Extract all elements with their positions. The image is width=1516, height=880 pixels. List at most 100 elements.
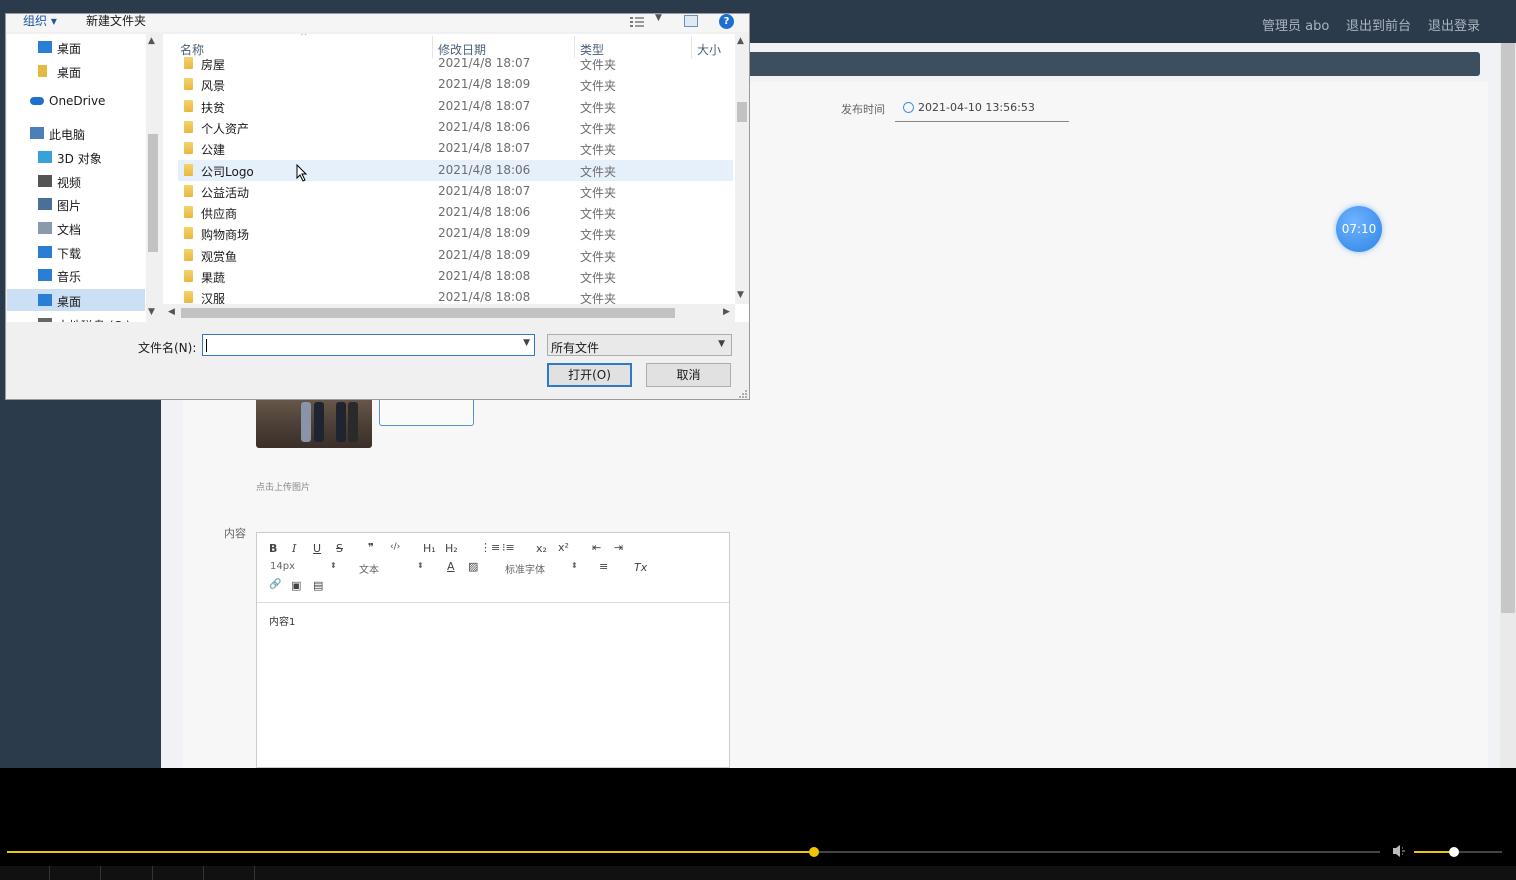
font-family-select[interactable]: 标准字体 (505, 561, 545, 576)
bold-button[interactable]: B (269, 542, 277, 555)
file-row[interactable]: 房屋 2021/4/8 18:07 文件夹 (178, 53, 733, 74)
view-dropdown-icon[interactable]: ▼ (655, 13, 662, 23)
align-button[interactable]: ≡ (599, 560, 608, 573)
file-type: 文件夹 (580, 100, 617, 115)
cancel-button[interactable]: 取消 (646, 363, 731, 387)
nav-item[interactable]: 文档 (7, 217, 145, 239)
file-row[interactable]: 供应商 2021/4/8 18:06 文件夹 (178, 202, 733, 223)
taskbar-slot[interactable] (153, 866, 204, 880)
organize-menu[interactable]: 组织 ▾ (23, 12, 57, 29)
outdent-button[interactable]: ⇤ (592, 541, 601, 554)
clear-format-button[interactable]: Tx (634, 561, 647, 574)
nav-item[interactable]: 此电脑 (7, 122, 145, 144)
file-row[interactable]: 观赏鱼 2021/4/8 18:09 文件夹 (178, 245, 733, 266)
file-row[interactable]: 个人资产 2021/4/8 18:06 文件夹 (178, 117, 733, 138)
nav-item[interactable]: 下载 (7, 241, 145, 263)
superscript-button[interactable]: x² (558, 541, 569, 554)
nav-item[interactable]: 本地磁盘 (C:) (7, 313, 145, 322)
video-button[interactable]: ▤ (313, 579, 323, 592)
view-options-icon[interactable] (630, 17, 644, 28)
preview-pane-icon[interactable] (684, 15, 698, 27)
heading2-button[interactable]: H₂ (445, 542, 458, 555)
page-scrollbar[interactable] (1500, 43, 1516, 768)
file-list-scrollbar-thumb[interactable] (737, 102, 747, 122)
new-folder-button[interactable]: 新建文件夹 (86, 12, 146, 29)
text-color-button[interactable]: A (447, 560, 455, 573)
file-row[interactable]: 公益活动 2021/4/8 18:07 文件夹 (178, 181, 733, 202)
file-row[interactable]: 购物商场 2021/4/8 18:09 文件夹 (178, 223, 733, 244)
background-color-button[interactable]: ▨ (468, 560, 478, 573)
taskbar-slot[interactable] (101, 866, 153, 880)
nav-item[interactable]: 音乐 (7, 264, 145, 286)
nav-item[interactable]: 桌面 (7, 36, 145, 58)
nav-item[interactable]: 3D 对象 (7, 146, 145, 168)
file-row[interactable]: 果蔬 2021/4/8 18:08 文件夹 (178, 266, 733, 287)
taskbar-slot[interactable] (204, 866, 255, 880)
subscript-button[interactable]: x₂ (536, 542, 547, 555)
font-size-select[interactable]: 14px (270, 561, 295, 572)
taskbar-slot[interactable] (50, 866, 101, 880)
blockquote-button[interactable]: ❞ (368, 541, 374, 554)
file-row[interactable]: 公司Logo 2021/4/8 18:06 文件夹 (178, 159, 733, 181)
nav-scrollbar[interactable]: ▲ ▼ (146, 34, 160, 322)
chevron-down-icon[interactable]: ▼ (523, 338, 530, 348)
page-scrollbar-thumb[interactable] (1501, 43, 1515, 613)
taskbar-slot[interactable] (0, 866, 50, 880)
filename-input[interactable]: ▼ (202, 334, 535, 356)
open-button[interactable]: 打开(O) (547, 363, 632, 387)
nav-item[interactable]: 桌面 (7, 60, 145, 82)
file-row[interactable]: 风景 2021/4/8 18:09 文件夹 (178, 74, 733, 95)
help-icon[interactable]: ? (719, 14, 734, 29)
block-type-select[interactable]: 文本 (359, 561, 379, 576)
bullet-list-button[interactable]: ⁝≡ (502, 541, 515, 554)
editor-content[interactable]: 内容1 (269, 613, 295, 628)
folder-icon (38, 65, 47, 77)
file-list-vertical-scrollbar[interactable]: ▲ ▼ (735, 34, 749, 304)
image-button[interactable]: ▣ (291, 579, 301, 592)
seek-bar[interactable] (7, 847, 1380, 857)
nav-item[interactable]: 图片 (7, 193, 145, 215)
timer-badge[interactable]: 07:10 (1336, 206, 1382, 252)
cloud-icon (30, 97, 44, 105)
file-open-dialog: 组织 ▾ 新建文件夹 ▼ ? 本地磁盘 (C:)桌面音乐下载文档图片视频3D 对… (5, 13, 750, 400)
ordered-list-button[interactable]: ⋮≡ (480, 541, 500, 554)
scroll-down-icon[interactable]: ▼ (148, 307, 155, 317)
uploaded-image-thumbnail[interactable] (256, 395, 372, 448)
scroll-right-icon[interactable]: ▶ (723, 307, 730, 317)
nav-item[interactable]: OneDrive (7, 90, 145, 112)
file-name: 个人资产 (201, 121, 250, 136)
scroll-left-icon[interactable]: ◀ (168, 307, 175, 317)
nav-item[interactable]: 桌面 (7, 289, 145, 311)
publish-time-field[interactable]: 2021-04-10 13:56:53 (895, 96, 1069, 122)
nav-item[interactable]: 视频 (7, 170, 145, 192)
horizontal-scrollbar-thumb[interactable] (181, 308, 675, 318)
link-button[interactable]: 🔗 (269, 579, 281, 590)
nav-scrollbar-thumb[interactable] (148, 134, 158, 252)
file-type: 文件夹 (580, 271, 617, 285)
code-block-button[interactable]: ‹/› (390, 542, 400, 552)
file-modified: 2021/4/8 18:09 (438, 226, 531, 241)
resize-grip-icon[interactable] (738, 389, 748, 399)
volume-icon[interactable] (1392, 844, 1408, 858)
file-row[interactable]: 扶贫 2021/4/8 18:07 文件夹 (178, 96, 733, 117)
volume-slider[interactable] (1414, 847, 1502, 857)
file-row[interactable]: 公建 2021/4/8 18:07 文件夹 (178, 138, 733, 159)
scroll-up-icon[interactable]: ▲ (737, 36, 744, 46)
logout-link[interactable]: 退出登录 (1428, 15, 1480, 34)
scroll-down-icon[interactable]: ▼ (737, 290, 744, 300)
strikethrough-button[interactable]: S (336, 542, 343, 555)
volume-handle[interactable] (1448, 847, 1459, 857)
folder-icon (184, 57, 193, 69)
italic-button[interactable]: I (292, 542, 296, 555)
scroll-up-icon[interactable]: ▲ (148, 36, 155, 46)
admin-user-link[interactable]: 管理员 abo (1262, 15, 1329, 34)
rich-text-editor[interactable]: B I U S ❞ ‹/› H₁ H₂ ⋮≡ ⁝≡ x₂ x² ⇤ ⇥ 14px… (256, 532, 730, 768)
indent-button[interactable]: ⇥ (614, 541, 623, 554)
underline-button[interactable]: U (313, 542, 321, 555)
heading1-button[interactable]: H₁ (423, 542, 436, 555)
file-list-horizontal-scrollbar[interactable]: ◀ ▶ (163, 304, 735, 322)
file-type-select[interactable]: 所有文件 ▼ (547, 334, 732, 356)
file-modified: 2021/4/8 18:07 (438, 183, 531, 198)
file-name: 公建 (201, 143, 226, 158)
back-to-frontend-link[interactable]: 退出到前台 (1346, 15, 1411, 34)
